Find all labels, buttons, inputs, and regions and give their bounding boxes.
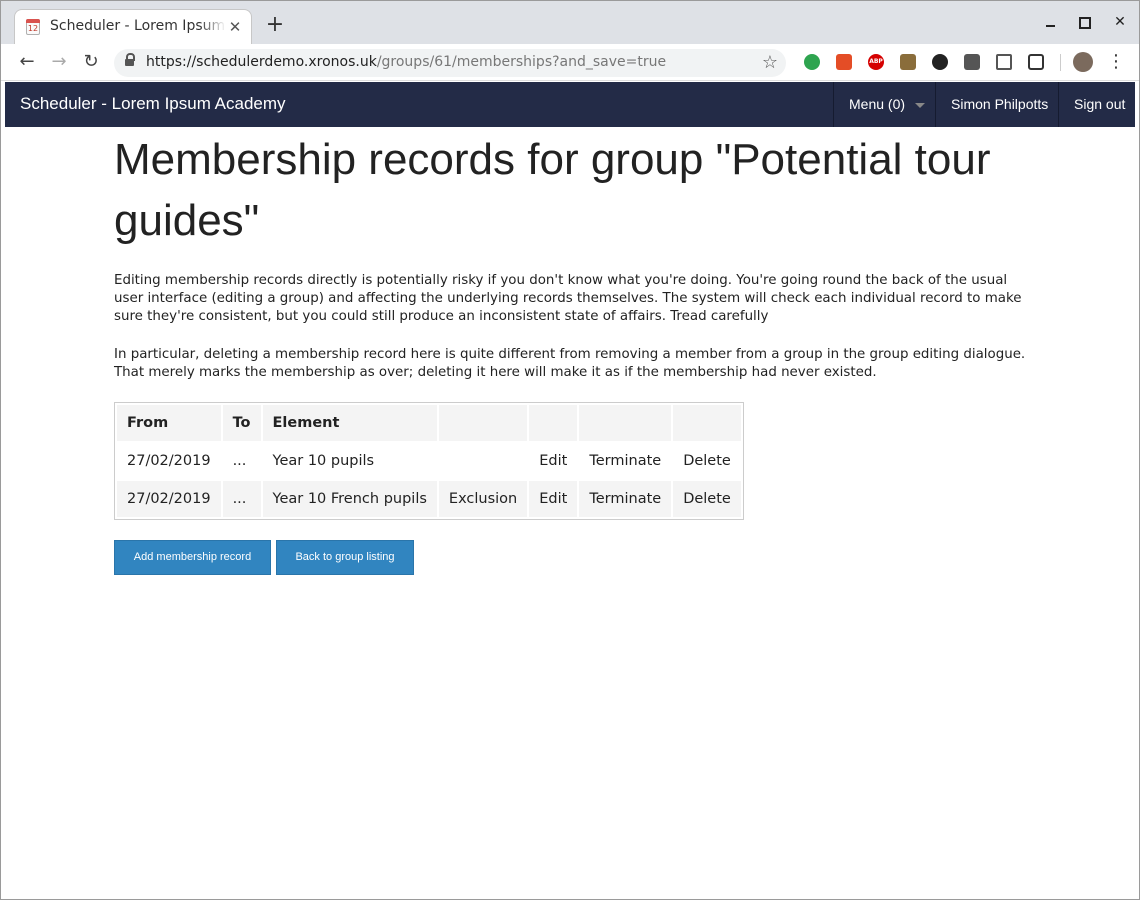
cell-flag: Exclusion (438, 481, 528, 517)
window-maximize-icon[interactable] (1075, 13, 1093, 31)
app-brand[interactable]: Scheduler - Lorem Ipsum Academy (20, 94, 286, 114)
user-name-link[interactable]: Simon Philpotts (935, 82, 1058, 127)
window-close-icon[interactable]: ✕ (1111, 13, 1129, 31)
extension-paw-icon[interactable] (932, 54, 948, 70)
sign-out-link[interactable]: Sign out (1058, 82, 1135, 127)
table-header-row: From To Element (117, 405, 741, 441)
column-header-element: Element (262, 405, 437, 441)
warning-paragraph: Editing membership records directly is p… (114, 273, 1022, 324)
browser-tab[interactable]: 12 Scheduler - Lorem Ipsum Academy ✕ (14, 9, 252, 44)
column-header-to: To (222, 405, 261, 441)
page-title: Membership records for group "Potential … (114, 135, 991, 245)
delete-link[interactable]: Delete (673, 443, 741, 479)
back-to-groups-button[interactable]: Back to group listing (276, 540, 414, 575)
back-arrow-icon[interactable]: ← (16, 51, 38, 73)
browser-window: 12 Scheduler - Lorem Ipsum Academy ✕ + ✕… (0, 0, 1140, 900)
extension-house-icon[interactable] (900, 54, 916, 70)
tab-close-icon[interactable]: ✕ (225, 17, 245, 37)
extension-bulb-icon[interactable] (964, 54, 980, 70)
cell-element: Year 10 pupils (262, 443, 437, 479)
extension-red-icon[interactable] (836, 54, 852, 70)
extension-screen-icon[interactable] (1028, 54, 1044, 70)
app-navbar: Scheduler - Lorem Ipsum Academy Menu (0)… (5, 82, 1135, 127)
reload-icon[interactable]: ↻ (80, 51, 102, 73)
main-content: Membership records for group "Potential … (114, 131, 1034, 575)
cell-to: ... (222, 481, 261, 517)
membership-table: From To Element 27/02/2019 ... Year 10 p… (114, 402, 744, 520)
menu-dropdown[interactable]: Menu (0) (833, 82, 935, 127)
tab-strip: 12 Scheduler - Lorem Ipsum Academy ✕ + ✕ (1, 1, 1139, 44)
extension-green-icon[interactable] (804, 54, 820, 70)
cell-from: 27/02/2019 (117, 443, 221, 479)
column-header-from: From (117, 405, 221, 441)
menu-dropdown-label: Menu (0) (849, 96, 906, 112)
column-header-delete (673, 405, 741, 441)
toolbar-separator (1060, 54, 1061, 71)
bookmark-star-icon[interactable]: ☆ (762, 52, 778, 73)
terminate-link[interactable]: Terminate (579, 443, 672, 479)
cell-to: ... (222, 443, 261, 479)
extension-mail-icon[interactable] (996, 54, 1012, 70)
cell-flag (438, 443, 528, 479)
cell-from: 27/02/2019 (117, 481, 221, 517)
table-row: 27/02/2019 ... Year 10 French pupils Exc… (117, 481, 741, 517)
caret-down-icon (915, 102, 926, 108)
address-bar[interactable]: https://schedulerdemo.xronos.uk/groups/6… (114, 49, 786, 77)
tab-title: Scheduler - Lorem Ipsum Academy (50, 18, 226, 34)
edit-link[interactable]: Edit (529, 481, 578, 517)
lock-icon[interactable] (125, 53, 135, 68)
delete-link[interactable]: Delete (673, 481, 741, 517)
calendar-favicon-icon: 12 (26, 19, 40, 35)
column-header-flag (438, 405, 528, 441)
window-minimize-icon[interactable] (1041, 13, 1059, 31)
adblock-icon[interactable]: ABP (868, 54, 884, 70)
url-text[interactable]: https://schedulerdemo.xronos.uk/groups/6… (146, 54, 666, 70)
column-header-edit (529, 405, 578, 441)
add-membership-button[interactable]: Add membership record (114, 540, 271, 575)
deletion-note-paragraph: In particular, deleting a membership rec… (114, 347, 1026, 380)
terminate-link[interactable]: Terminate (579, 481, 672, 517)
profile-avatar[interactable] (1073, 52, 1093, 72)
cell-element: Year 10 French pupils (262, 481, 437, 517)
edit-link[interactable]: Edit (529, 443, 578, 479)
browser-toolbar: ← → ↻ https://schedulerdemo.xronos.uk/gr… (1, 44, 1139, 81)
browser-menu-icon[interactable]: ⋮ (1107, 51, 1125, 73)
forward-arrow-icon[interactable]: → (48, 51, 70, 73)
column-header-terminate (579, 405, 672, 441)
table-row: 27/02/2019 ... Year 10 pupils Edit Termi… (117, 443, 741, 479)
new-tab-icon[interactable]: + (263, 13, 287, 37)
